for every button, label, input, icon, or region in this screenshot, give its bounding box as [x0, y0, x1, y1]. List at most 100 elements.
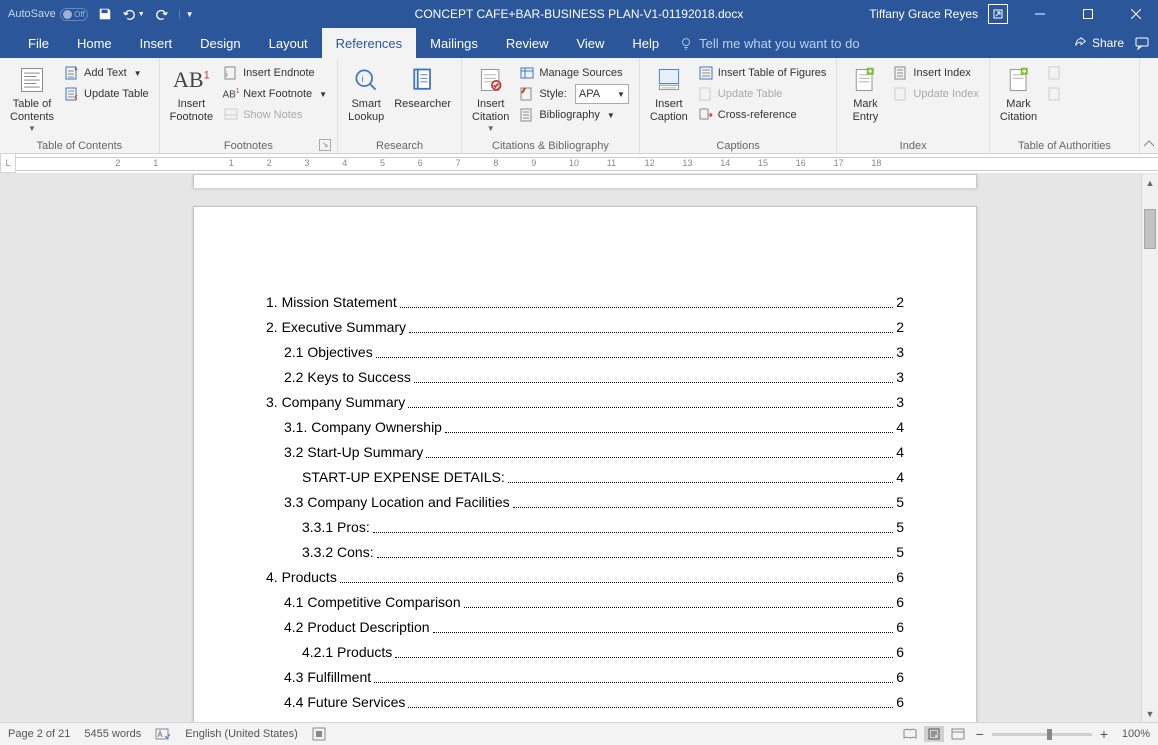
toc-entry[interactable]: 2. Executive Summary2	[266, 317, 904, 337]
qat-customize-icon[interactable]: ▼	[179, 10, 194, 19]
tab-layout[interactable]: Layout	[255, 28, 322, 58]
insert-citation-button[interactable]: Insert Citation ▼	[468, 60, 513, 138]
toc-entry[interactable]: 3.3.2 Cons:5	[266, 542, 904, 562]
add-text-button[interactable]: Add Text▼	[60, 63, 153, 83]
zoom-in-button[interactable]: +	[1100, 726, 1108, 742]
vertical-scrollbar[interactable]: ▲ ▼	[1141, 174, 1158, 722]
toc-entry[interactable]: 1. Mission Statement2	[266, 292, 904, 312]
toc-leader	[513, 492, 894, 508]
smart-lookup-button[interactable]: i Smart Lookup	[344, 60, 388, 138]
autosave-toggle[interactable]: AutoSave Off	[8, 8, 88, 21]
close-button[interactable]	[1114, 0, 1158, 28]
tab-references[interactable]: References	[322, 28, 416, 58]
tab-home[interactable]: Home	[63, 28, 126, 58]
share-button[interactable]: Share	[1068, 36, 1130, 50]
web-layout-icon[interactable]	[948, 726, 968, 742]
next-footnote-button[interactable]: AB1Next Footnote▼	[219, 84, 331, 104]
toc-entry[interactable]: 4.2.1 Products6	[266, 642, 904, 662]
group-label-captions: Captions	[646, 138, 831, 153]
read-mode-icon[interactable]	[900, 726, 920, 742]
ribbon-display-options-icon[interactable]	[988, 4, 1008, 24]
insert-table-of-figures-button[interactable]: Insert Table of Figures	[694, 63, 831, 83]
save-icon[interactable]	[98, 7, 112, 21]
toc-entry[interactable]: 4.2 Product Description6	[266, 617, 904, 637]
group-label-authorities: Table of Authorities	[996, 138, 1133, 153]
toc-entry[interactable]: 3.1. Company Ownership4	[266, 417, 904, 437]
scroll-down-icon[interactable]: ▼	[1142, 705, 1158, 722]
toc-entry[interactable]: 2.2 Keys to Success3	[266, 367, 904, 387]
user-name[interactable]: Tiffany Grace Reyes	[869, 7, 978, 21]
minimize-button[interactable]	[1018, 0, 1062, 28]
toc-entry[interactable]: START-UP EXPENSE DETAILS:4	[266, 467, 904, 487]
page-indicator[interactable]: Page 2 of 21	[8, 728, 70, 740]
scroll-thumb[interactable]	[1144, 209, 1156, 249]
insert-endnote-button[interactable]: iInsert Endnote	[219, 63, 331, 83]
zoom-level[interactable]: 100%	[1116, 728, 1150, 740]
mark-entry-button[interactable]: Mark Entry	[843, 60, 887, 138]
ruler-number: 4	[342, 158, 347, 168]
tab-view[interactable]: View	[562, 28, 618, 58]
toc-text: 4.1 Competitive Comparison	[284, 592, 461, 612]
toc-leader	[340, 567, 893, 583]
update-toa-button	[1043, 84, 1067, 104]
tab-review[interactable]: Review	[492, 28, 563, 58]
zoom-out-button[interactable]: −	[976, 726, 984, 742]
ruler[interactable]: L 21123456789101112131415161718	[0, 154, 1158, 174]
toc-entry[interactable]: 4.1 Competitive Comparison6	[266, 592, 904, 612]
document-page[interactable]: 1. Mission Statement2 2. Executive Summar…	[193, 206, 977, 722]
update-caption-icon	[698, 86, 714, 102]
zoom-slider[interactable]	[992, 733, 1092, 736]
toc-text: 4.4 Future Services	[284, 692, 405, 712]
macro-icon[interactable]	[312, 727, 326, 741]
collapse-ribbon-button[interactable]	[1140, 58, 1158, 153]
toc-page: 6	[896, 692, 904, 712]
researcher-button[interactable]: Researcher	[390, 60, 455, 138]
toc-entry[interactable]: 4.3 Fulfillment6	[266, 667, 904, 687]
tab-design[interactable]: Design	[186, 28, 254, 58]
cross-reference-button[interactable]: Cross-reference	[694, 105, 831, 125]
toc-page: 3	[896, 367, 904, 387]
insert-index-button[interactable]: Insert Index	[889, 63, 982, 83]
toc-leader	[508, 467, 893, 483]
update-table-button[interactable]: Update Table	[60, 84, 153, 104]
style-dropdown[interactable]: Style:APA▼	[515, 84, 633, 104]
footnotes-dialog-launcher[interactable]: ↘	[319, 139, 331, 151]
insert-footnote-button[interactable]: AB1 Insert Footnote	[166, 60, 217, 138]
comments-icon[interactable]	[1134, 35, 1150, 51]
language-indicator[interactable]: English (United States)	[185, 728, 298, 740]
tell-me-search[interactable]: Tell me what you want to do	[679, 28, 859, 58]
maximize-button[interactable]	[1066, 0, 1110, 28]
tab-selector[interactable]: L	[0, 154, 16, 173]
autosave-label: AutoSave	[8, 8, 56, 20]
toc-entry[interactable]: 4. Products6	[266, 567, 904, 587]
tab-mailings[interactable]: Mailings	[416, 28, 492, 58]
insert-caption-button[interactable]: Insert Caption	[646, 60, 692, 138]
toc-entry[interactable]: 3. Company Summary3	[266, 392, 904, 412]
group-label-research: Research	[344, 138, 455, 153]
tab-file[interactable]: File	[14, 28, 63, 58]
manage-sources-button[interactable]: Manage Sources	[515, 63, 633, 83]
ruler-number: 5	[380, 158, 385, 168]
toc-entry[interactable]: 4.4 Future Services 6	[266, 692, 904, 712]
toc-entry[interactable]: 5. Market Analysis Summary7	[266, 717, 904, 722]
print-layout-icon[interactable]	[924, 726, 944, 742]
mark-citation-icon	[1005, 64, 1033, 96]
toc-entry[interactable]: 3.3.1 Pros:5	[266, 517, 904, 537]
document-area[interactable]: 1. Mission Statement2 2. Executive Summar…	[0, 174, 1158, 722]
tab-help[interactable]: Help	[618, 28, 673, 58]
bibliography-button[interactable]: Bibliography▼	[515, 105, 633, 125]
ruler-number: 17	[834, 158, 844, 168]
tab-insert[interactable]: Insert	[126, 28, 187, 58]
spellcheck-icon[interactable]	[155, 727, 171, 741]
redo-icon[interactable]	[155, 7, 169, 21]
toc-entry[interactable]: 3.2 Start-Up Summary4	[266, 442, 904, 462]
table-of-contents-button[interactable]: Table of Contents ▼	[6, 60, 58, 138]
word-count[interactable]: 5455 words	[84, 728, 141, 740]
toc-entry[interactable]: 3.3 Company Location and Facilities5	[266, 492, 904, 512]
toc-entry[interactable]: 2.1 Objectives3	[266, 342, 904, 362]
scroll-up-icon[interactable]: ▲	[1142, 174, 1158, 191]
toc-page: 5	[896, 542, 904, 562]
mark-citation-button[interactable]: Mark Citation	[996, 60, 1041, 138]
show-notes-button: Show Notes	[219, 105, 331, 125]
undo-icon[interactable]: ▼	[122, 7, 145, 21]
